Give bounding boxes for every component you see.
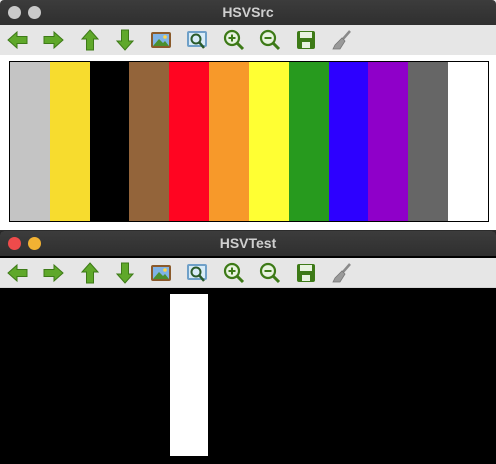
arrow-up-icon xyxy=(80,262,100,284)
color-band-11 xyxy=(408,62,449,221)
toolbar xyxy=(0,25,496,55)
pan-right-button[interactable] xyxy=(40,27,66,53)
window-title: HSVTest xyxy=(219,235,277,251)
zoom-in-button[interactable] xyxy=(221,260,247,286)
clear-button[interactable] xyxy=(329,260,355,286)
toolbar xyxy=(0,258,496,288)
hsvsrc-window: HSVSrc xyxy=(0,0,496,230)
zoom-fit-button[interactable] xyxy=(184,27,210,53)
color-band-9 xyxy=(328,62,369,221)
window-title: HSVSrc xyxy=(222,4,274,20)
zoom-out-button[interactable] xyxy=(257,27,283,53)
color-band-7 xyxy=(248,62,289,221)
pan-down-button[interactable] xyxy=(112,27,138,53)
hsv-source-image xyxy=(9,61,489,222)
color-band-10 xyxy=(368,62,409,221)
color-band-4 xyxy=(129,62,170,221)
arrow-right-icon xyxy=(43,30,64,50)
color-band-12 xyxy=(448,62,488,221)
color-band-1 xyxy=(10,62,50,221)
save-button[interactable] xyxy=(293,260,319,286)
clear-brush-icon xyxy=(332,30,351,50)
hsv-mask-white-region xyxy=(170,294,208,456)
arrow-left-icon xyxy=(7,30,28,50)
titlebar[interactable]: HSVSrc xyxy=(0,0,496,25)
pan-left-button[interactable] xyxy=(5,260,31,286)
zoom-original-button[interactable] xyxy=(148,27,174,53)
image-canvas[interactable] xyxy=(0,55,496,230)
save-icon xyxy=(297,31,315,49)
image-canvas[interactable] xyxy=(0,288,496,464)
color-band-6 xyxy=(209,62,249,221)
color-band-8 xyxy=(288,62,329,221)
pan-left-button[interactable] xyxy=(5,27,31,53)
zoom-out-icon xyxy=(259,29,281,51)
save-button[interactable] xyxy=(293,27,319,53)
zoom-in-icon xyxy=(223,262,245,284)
arrow-down-icon xyxy=(115,262,135,284)
arrow-down-icon xyxy=(115,29,135,51)
zoom-out-icon xyxy=(259,262,281,284)
arrow-right-icon xyxy=(43,263,64,283)
color-band-2 xyxy=(49,62,90,221)
save-icon xyxy=(297,264,315,282)
pan-up-button[interactable] xyxy=(77,260,103,286)
picture-icon xyxy=(151,32,171,48)
zoom-fit-icon xyxy=(187,31,207,49)
arrow-up-icon xyxy=(80,29,100,51)
clear-button[interactable] xyxy=(329,27,355,53)
zoom-fit-button[interactable] xyxy=(184,260,210,286)
zoom-in-icon xyxy=(223,29,245,51)
pan-down-button[interactable] xyxy=(112,260,138,286)
zoom-out-button[interactable] xyxy=(257,260,283,286)
clear-brush-icon xyxy=(332,263,351,283)
zoom-fit-icon xyxy=(187,264,207,282)
pan-up-button[interactable] xyxy=(77,27,103,53)
zoom-original-button[interactable] xyxy=(148,260,174,286)
zoom-in-button[interactable] xyxy=(221,27,247,53)
titlebar[interactable]: HSVTest xyxy=(0,231,496,256)
arrow-left-icon xyxy=(7,263,28,283)
picture-icon xyxy=(151,265,171,281)
pan-right-button[interactable] xyxy=(40,260,66,286)
hsvtest-window: HSVTest xyxy=(0,231,496,464)
color-band-3 xyxy=(89,62,130,221)
color-band-5 xyxy=(169,62,210,221)
